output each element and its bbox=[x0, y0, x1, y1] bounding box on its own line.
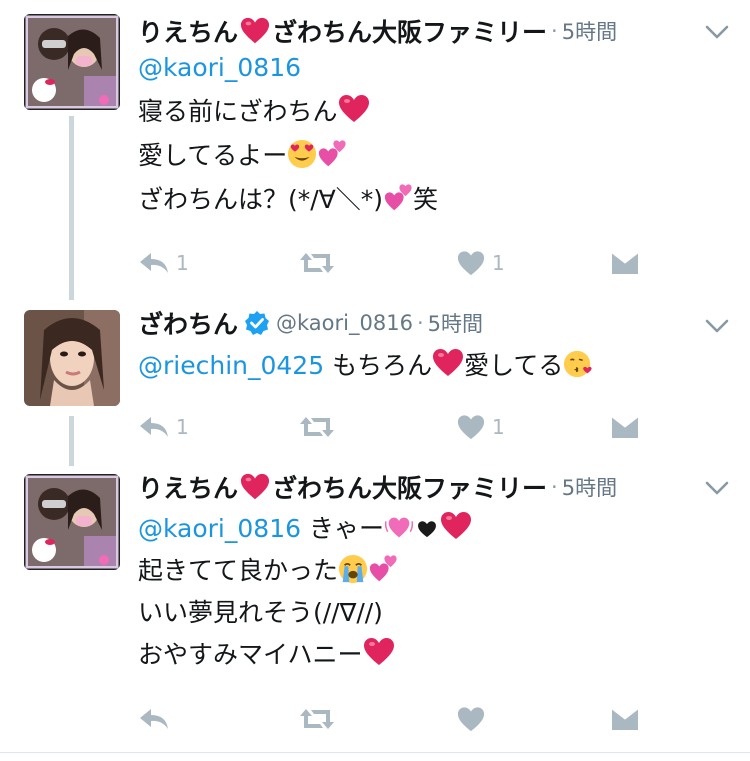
heart-icon bbox=[457, 251, 485, 276]
text-line: 笑 bbox=[413, 185, 439, 214]
separator-dot: · bbox=[551, 19, 558, 43]
like-count: 1 bbox=[492, 251, 505, 275]
growing-heart-icon bbox=[384, 512, 414, 542]
tweet-3[interactable]: りえちん ざわちん大阪ファミリー · 5時間 @kaori_0816 きゃー 起… bbox=[0, 460, 750, 761]
dm-envelope-icon bbox=[611, 251, 639, 274]
reply-icon bbox=[140, 709, 168, 729]
red-heart-icon bbox=[440, 510, 472, 542]
text-line: 起きてて良かった bbox=[138, 556, 339, 585]
tweet-header: りえちん ざわちん大阪ファミリー · 5時間 bbox=[138, 14, 617, 48]
tweet-1[interactable]: りえちん ざわちん大阪ファミリー · 5時間 @kaori_0816 寝る前にざ… bbox=[0, 0, 750, 300]
reply-button[interactable] bbox=[138, 704, 176, 734]
tweet-actions: 1 1 bbox=[138, 412, 698, 442]
text-line: 寝る前にざわちん bbox=[138, 97, 338, 126]
handle[interactable]: @kaori_0816 bbox=[276, 311, 413, 335]
tweet-2[interactable]: ざわちん @kaori_0816 · 5時間 @riechin_0425 もちろ… bbox=[0, 300, 750, 466]
mention-link[interactable]: @kaori_0816 bbox=[138, 514, 301, 543]
like-button[interactable] bbox=[456, 704, 486, 734]
timestamp[interactable]: 5時間 bbox=[562, 16, 617, 46]
display-name[interactable]: りえちん bbox=[138, 13, 238, 49]
text-line: 愛してるよー bbox=[138, 141, 288, 170]
loudly-crying-face-icon bbox=[338, 554, 368, 584]
separator-dot: · bbox=[551, 475, 558, 499]
thread-line bbox=[69, 416, 74, 466]
dm-envelope-icon bbox=[611, 415, 639, 438]
black-heart-icon bbox=[414, 516, 440, 542]
display-name[interactable]: ざわちん bbox=[138, 305, 238, 341]
reply-count: 1 bbox=[176, 415, 189, 439]
chevron-down-icon[interactable] bbox=[704, 478, 730, 498]
chevron-down-icon[interactable] bbox=[704, 22, 730, 42]
verified-badge-icon bbox=[245, 311, 270, 335]
avatar-riechin[interactable] bbox=[24, 14, 120, 110]
reply-button[interactable]: 1 bbox=[138, 248, 189, 278]
like-button[interactable]: 1 bbox=[456, 248, 505, 278]
chevron-down-icon[interactable] bbox=[704, 316, 730, 336]
retweet-icon bbox=[300, 253, 334, 273]
direct-message-button[interactable] bbox=[610, 248, 640, 278]
retweet-button[interactable] bbox=[298, 704, 336, 734]
tweet-header: ざわちん @kaori_0816 · 5時間 bbox=[138, 306, 483, 340]
mention-link[interactable]: @riechin_0425 bbox=[138, 351, 324, 380]
retweet-button[interactable] bbox=[298, 412, 336, 442]
separator-dot: · bbox=[416, 311, 424, 335]
retweet-button[interactable] bbox=[298, 248, 336, 278]
text-line: ざわちんは？(*/∀＼*) bbox=[138, 185, 384, 214]
retweet-icon bbox=[300, 417, 334, 437]
reply-button[interactable]: 1 bbox=[138, 412, 189, 442]
red-heart-icon bbox=[432, 347, 464, 379]
red-heart-icon bbox=[363, 636, 395, 668]
timestamp[interactable]: 5時間 bbox=[562, 472, 617, 502]
reply-icon bbox=[140, 253, 168, 273]
heart-icon bbox=[457, 415, 485, 440]
display-name-suffix[interactable]: ざわちん大阪ファミリー bbox=[272, 13, 547, 49]
mention-link[interactable]: @kaori_0816 bbox=[138, 53, 301, 82]
timestamp[interactable]: 5時間 bbox=[428, 308, 483, 338]
red-heart-icon bbox=[240, 16, 270, 46]
tweet-actions bbox=[138, 704, 698, 734]
text-line: おやすみマイハニー bbox=[138, 640, 363, 669]
divider bbox=[0, 752, 750, 753]
like-count: 1 bbox=[492, 415, 505, 439]
text-line: いい夢見れそう(//∇//) bbox=[138, 598, 383, 627]
two-hearts-icon bbox=[368, 554, 398, 584]
tweet-text: @riechin_0425 もちろん 愛してる bbox=[138, 344, 593, 388]
avatar-riechin[interactable] bbox=[24, 474, 120, 570]
display-name[interactable]: りえちん bbox=[138, 469, 238, 505]
two-hearts-icon bbox=[383, 183, 413, 213]
reply-icon bbox=[140, 417, 168, 437]
dm-envelope-icon bbox=[611, 707, 639, 730]
tweet-text: @kaori_0816 寝る前にざわちん 愛してるよー ざわちんは？(*/∀＼*… bbox=[138, 46, 438, 222]
heart-icon bbox=[457, 707, 485, 732]
retweet-icon bbox=[300, 709, 334, 729]
tweet-header: りえちん ざわちん大阪ファミリー · 5時間 bbox=[138, 470, 617, 504]
text-line: もちろん bbox=[332, 351, 433, 380]
direct-message-button[interactable] bbox=[610, 412, 640, 442]
text-line: 愛してる bbox=[464, 351, 564, 380]
display-name-suffix[interactable]: ざわちん大阪ファミリー bbox=[272, 469, 547, 505]
two-hearts-icon bbox=[317, 139, 347, 169]
text-line: きゃー bbox=[308, 514, 384, 543]
reply-count: 1 bbox=[176, 251, 189, 275]
like-button[interactable]: 1 bbox=[456, 412, 505, 442]
heart-eyes-icon bbox=[287, 139, 317, 169]
direct-message-button[interactable] bbox=[610, 704, 640, 734]
red-heart-icon bbox=[338, 93, 370, 125]
avatar-zawachin[interactable] bbox=[24, 310, 120, 406]
tweet-actions: 1 1 bbox=[138, 248, 698, 278]
red-heart-icon bbox=[240, 472, 270, 502]
thread-line bbox=[69, 116, 74, 300]
tweet-text: @kaori_0816 きゃー 起きてて良かった いい夢見れそう(//∇//) … bbox=[138, 508, 472, 676]
face-blowing-kiss-icon bbox=[563, 349, 593, 379]
